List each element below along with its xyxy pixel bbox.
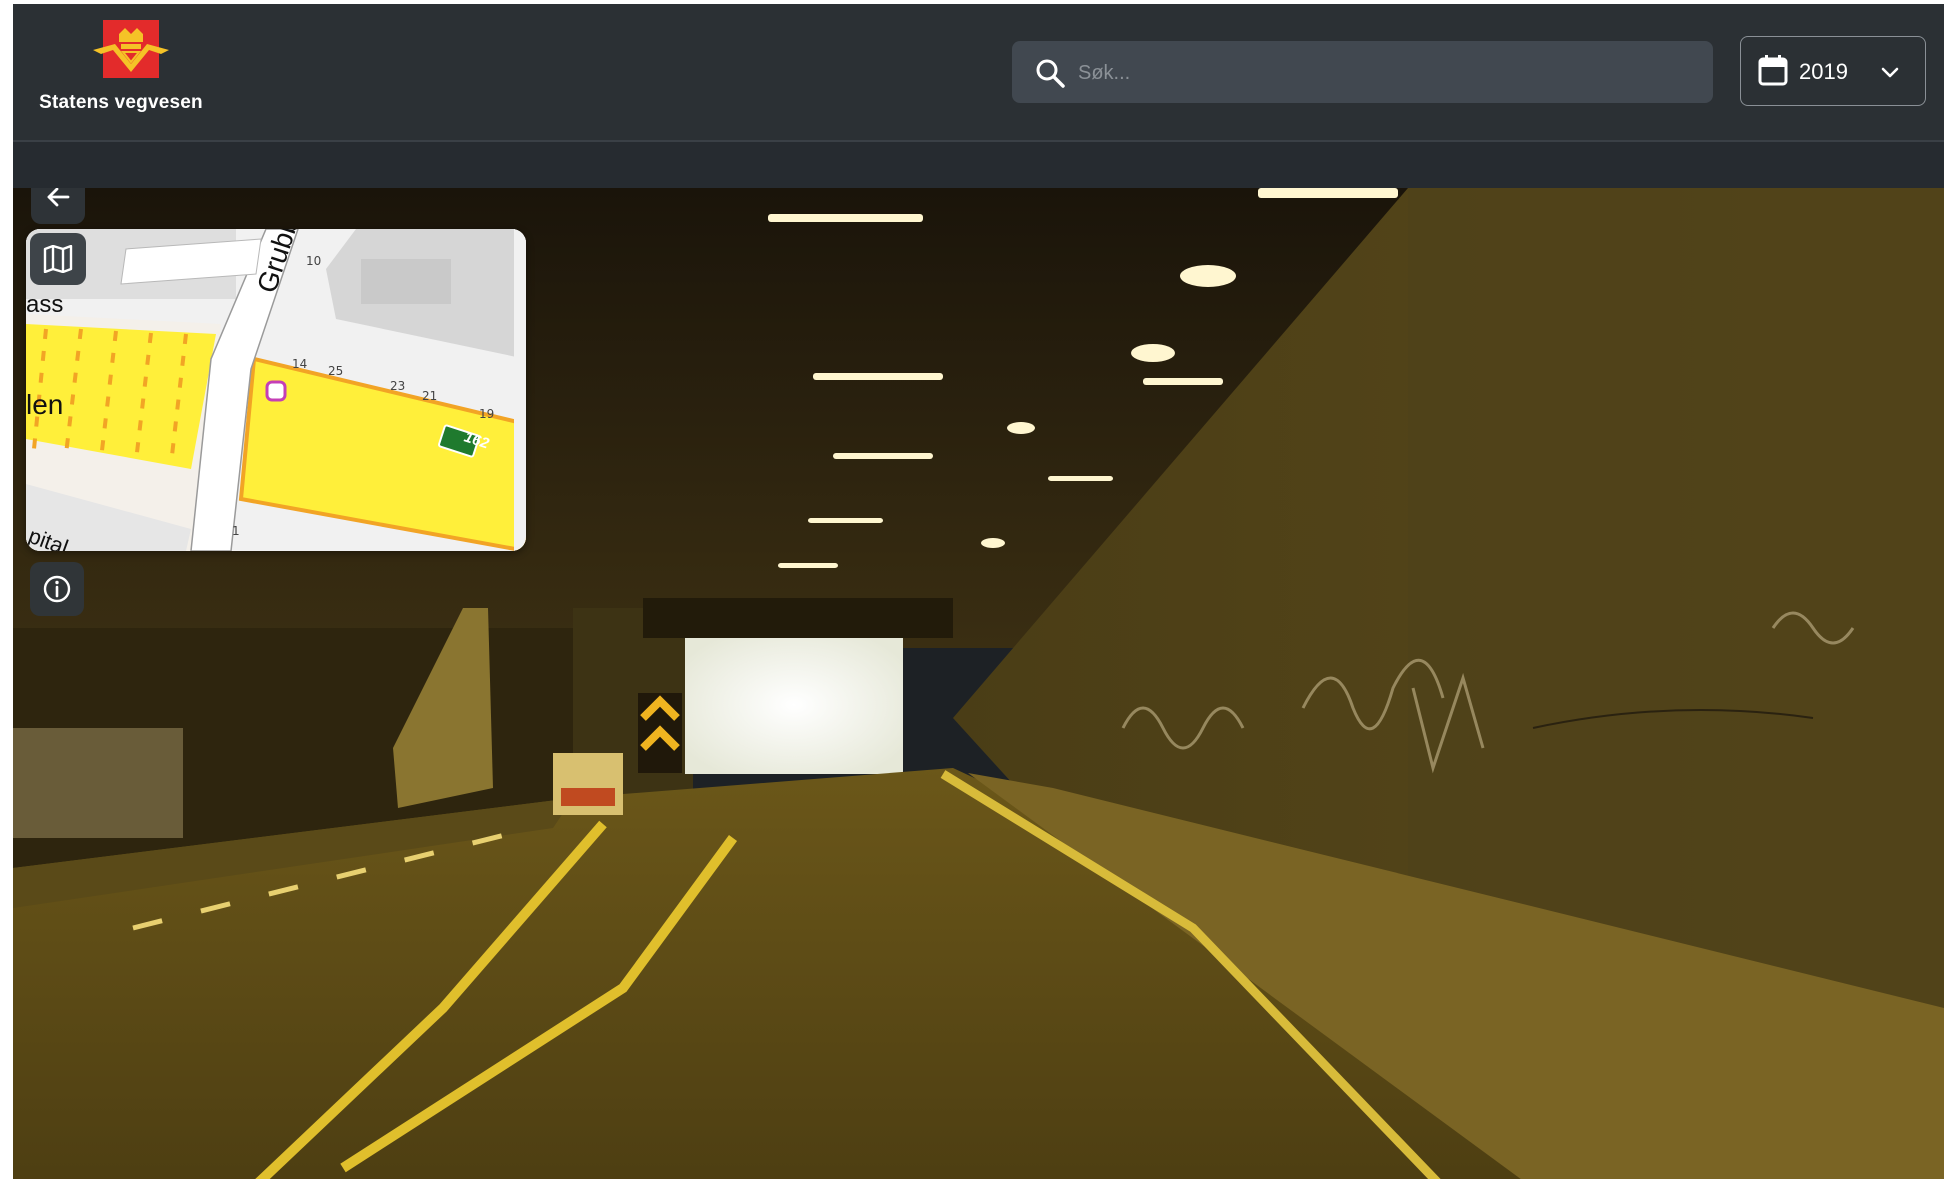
map-street-label: ass xyxy=(26,291,64,318)
map-house-number: 1 xyxy=(232,524,240,538)
toolbar-strip xyxy=(13,142,1944,188)
brand-logo[interactable]: Statens vegvesen xyxy=(30,20,210,120)
year-selector[interactable]: 2019 xyxy=(1740,36,1926,106)
selected-year: 2019 xyxy=(1799,59,1848,84)
street-view-image[interactable]: Grubb ass len pital 10 14 25 23 21 19 1 … xyxy=(13,188,1944,1179)
map-toggle-button[interactable] xyxy=(30,233,86,285)
map-house-number: 23 xyxy=(390,379,406,393)
map-house-number: 14 xyxy=(292,357,308,371)
logo-mark xyxy=(93,20,169,78)
mini-map[interactable]: Grubb ass len pital 10 14 25 23 21 19 1 … xyxy=(26,229,526,551)
map-street-label: len xyxy=(26,389,64,420)
map-house-number: 10 xyxy=(306,254,322,268)
info-icon xyxy=(43,575,71,603)
map-house-number: 19 xyxy=(479,407,495,421)
info-button[interactable] xyxy=(30,562,84,616)
map-icon xyxy=(43,245,73,273)
search-input[interactable] xyxy=(1076,41,1700,105)
search-box[interactable] xyxy=(1012,41,1713,105)
arrow-left-icon xyxy=(47,188,70,207)
top-bar: Statens vegvesen 2019 xyxy=(13,4,1944,142)
brand-name: Statens vegvesen xyxy=(39,92,203,113)
map-house-number: 25 xyxy=(328,364,344,378)
calendar-icon xyxy=(1758,55,1788,86)
app-window: Statens vegvesen 2019 xyxy=(13,4,1944,1179)
search-icon xyxy=(1036,59,1065,88)
back-button[interactable] xyxy=(31,188,85,224)
map-house-number: 21 xyxy=(422,389,438,403)
chevron-down-icon xyxy=(1881,67,1899,78)
